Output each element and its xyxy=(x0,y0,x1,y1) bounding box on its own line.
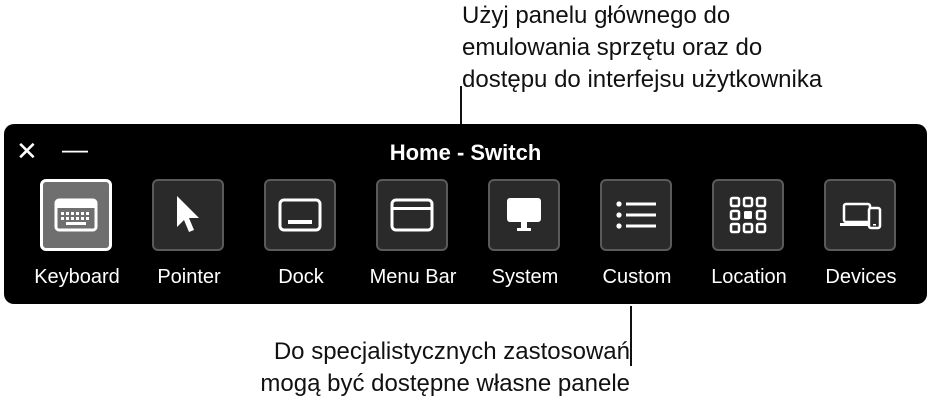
custom-label: Custom xyxy=(602,266,672,288)
callout-custom-panels: Do specjalistycznych zastosowań mogą być… xyxy=(150,336,630,400)
devices-icon xyxy=(840,202,882,230)
menu-bar-button[interactable]: Menu Bar xyxy=(358,179,468,299)
location-label: Location xyxy=(711,266,787,288)
list-icon xyxy=(616,201,656,229)
callout-line: emulowania sprzętu oraz do xyxy=(462,34,763,61)
custom-button[interactable]: Custom xyxy=(582,179,692,299)
monitor-icon xyxy=(507,198,541,231)
pointer-button[interactable]: Pointer xyxy=(134,179,244,299)
callout-line: Do specjalistycznych zastosowań xyxy=(273,338,630,365)
callout-leader-line xyxy=(460,86,462,124)
callout-line: Użyj panelu głównego do xyxy=(462,2,731,29)
callout-home-panel: Użyj panelu głównego do emulowania sprzę… xyxy=(462,0,927,96)
keyboard-icon xyxy=(54,198,98,232)
system-button[interactable]: System xyxy=(470,179,580,299)
callout-line: dostępu do interfejsu użytkownika xyxy=(462,66,823,93)
switch-control-home-panel: ✕ — Home - Switch Keyboard Pointer Dock … xyxy=(4,124,927,304)
keyboard-button[interactable]: Keyboard xyxy=(22,179,132,299)
pointer-icon xyxy=(177,196,199,232)
dock-button[interactable]: Dock xyxy=(246,179,356,299)
keyboard-label: Keyboard xyxy=(34,266,120,288)
pointer-label: Pointer xyxy=(157,266,221,288)
panel-title: Home - Switch xyxy=(389,140,542,165)
system-label: System xyxy=(491,266,559,288)
grid-icon xyxy=(729,196,767,234)
callout-line: mogą być dostępne własne panele xyxy=(260,370,630,397)
callout-leader-line xyxy=(630,306,632,366)
menu-bar-label: Menu Bar xyxy=(369,266,457,288)
devices-button[interactable]: Devices xyxy=(806,179,916,299)
menu-bar-icon xyxy=(390,198,434,232)
dock-label: Dock xyxy=(278,266,324,288)
location-button[interactable]: Location xyxy=(694,179,804,299)
devices-label: Devices xyxy=(825,266,897,288)
dock-icon xyxy=(278,198,322,232)
